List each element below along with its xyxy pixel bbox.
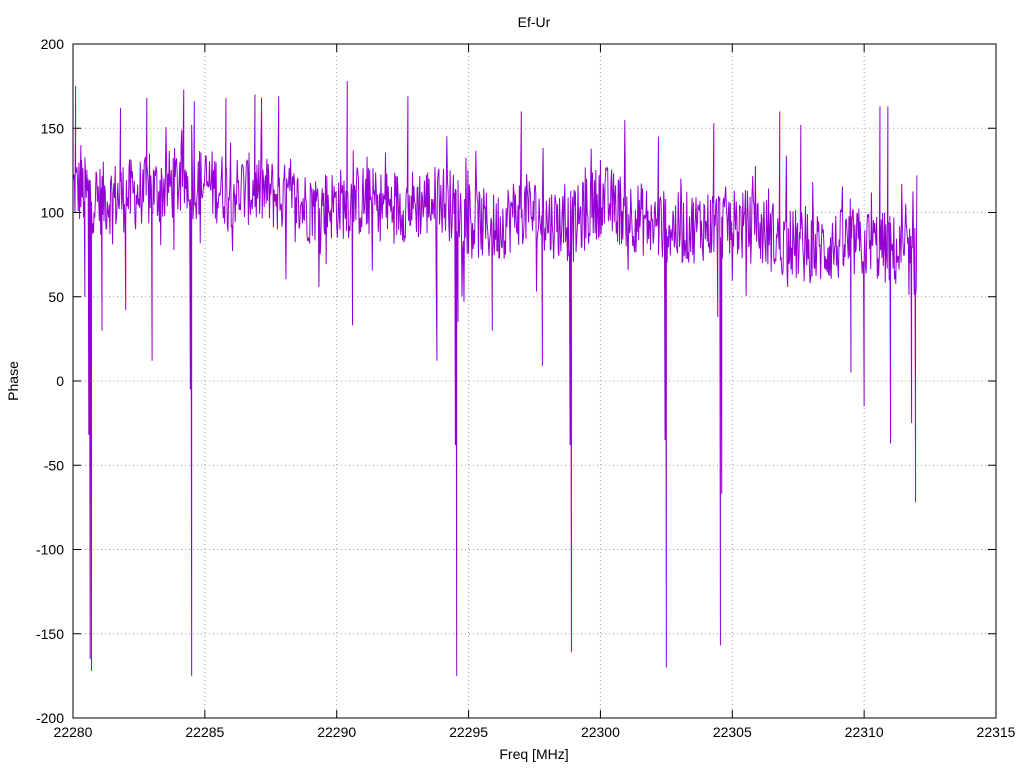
y-tick-label: 0: [56, 373, 64, 389]
y-tick-label: -200: [36, 710, 64, 726]
y-tick-label: -100: [36, 542, 64, 558]
x-tick-label: 22290: [317, 724, 356, 740]
grid: [73, 44, 996, 718]
y-tick-label: 100: [41, 205, 65, 221]
x-tick-label: 22305: [713, 724, 752, 740]
y-tick-label: -150: [36, 626, 64, 642]
x-tick-label: 22280: [54, 724, 93, 740]
y-tick-label: 150: [41, 120, 65, 136]
x-tick-label: 22285: [185, 724, 224, 740]
y-tick-label: -50: [44, 457, 64, 473]
phase-chart: Ef-Ur 22280 22285 22290 22295 22300 22305 2231…: [5, 14, 1016, 762]
series-group: [72, 81, 918, 676]
x-tick-labels: 22280 22285 22290 22295 22300 22305 22310 22315: [54, 724, 1016, 740]
y-axis-label: Phase: [5, 361, 21, 401]
chart-title: Ef-Ur: [518, 14, 551, 30]
phase-series-line: [72, 81, 918, 676]
x-tick-label: 22295: [449, 724, 488, 740]
y-tick-label: 50: [48, 289, 64, 305]
y-tick-labels: -200 -150 -100 -50 0 50 100 150 200: [36, 36, 64, 726]
x-tick-label: 22300: [581, 724, 620, 740]
x-axis-label: Freq [MHz]: [499, 746, 568, 762]
y-tick-label: 200: [41, 36, 65, 52]
x-tick-label: 22310: [845, 724, 884, 740]
x-tick-label: 22315: [977, 724, 1016, 740]
